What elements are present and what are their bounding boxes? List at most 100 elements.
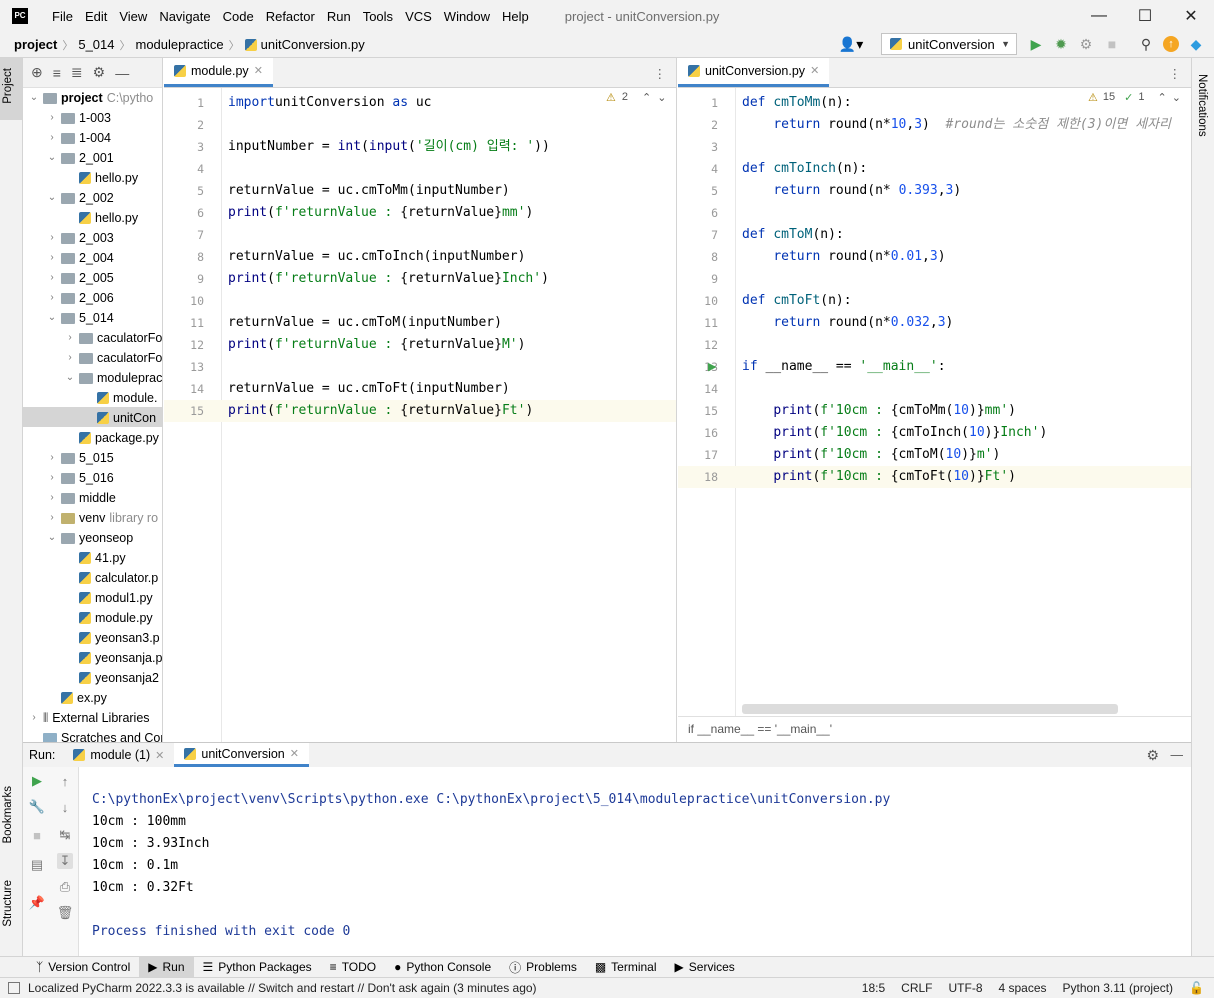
soft-wrap-icon[interactable]: ↹ [57,827,73,843]
tool-tab-todo[interactable]: ≡ TODO [321,957,385,978]
menu-navigate[interactable]: Navigate [153,9,216,24]
menu-file[interactable]: File [46,9,79,24]
code-line[interactable]: def cmToMm(n): [742,92,852,114]
user-icon[interactable]: 👤▾ [838,36,864,52]
tree-folder[interactable]: ⌄ 2_002 [47,188,114,208]
close-tab-icon[interactable]: ✕ [155,749,164,762]
tool-tab-run[interactable]: ▶ Run [139,956,194,978]
code-line[interactable]: print(f'10cm : {cmToMm(10)}mm') [742,400,1016,422]
more-icon[interactable]: ⋮ [654,66,667,81]
file-encoding[interactable]: UTF-8 [949,981,983,995]
scroll-to-end-icon[interactable]: ↧ [57,853,73,869]
tool-tab-problems[interactable]: ⓘ Problems [500,957,586,978]
menu-view[interactable]: View [113,9,153,24]
tool-tab-terminal[interactable]: ▩ Terminal [586,957,666,978]
code-line[interactable]: importunitConversion as uc [228,92,432,114]
code-line[interactable]: print(f'10cm : {cmToM(10)}m') [742,444,1000,466]
tree-item[interactable]: module. [83,388,157,408]
breadcrumb-subfolder[interactable]: modulepractice [136,37,224,52]
tree-folder[interactable]: ⌄ 2_001 [47,148,114,168]
close-icon[interactable]: ✕ [1168,0,1214,32]
close-tab-icon[interactable]: ✕ [290,747,299,760]
chevron-right-icon[interactable]: › [47,448,57,468]
tree-item[interactable]: yeonsanja2 [65,668,159,688]
expand-all-icon[interactable]: ≣ [71,64,83,81]
menu-run[interactable]: Run [321,9,357,24]
tree-folder[interactable]: › 2_005 [47,268,113,288]
run-icon[interactable]: ▶ [1028,36,1044,52]
editor-unitconversion[interactable]: unitConversion.py ✕ ⋮ ⚠ 15 ✓ 1 ⌃ ⌄ 1 def … [678,58,1191,742]
chevron-right-icon[interactable]: › [47,468,57,488]
code-line[interactable]: returnValue = uc.cmToFt(inputNumber) [228,378,510,400]
tree-item[interactable]: › ⫴ External Libraries [29,708,149,728]
pin-icon[interactable]: 📌 [29,895,45,911]
tree-folder[interactable]: › 5_015 [47,448,113,468]
trash-icon[interactable]: 🗑 [57,905,74,921]
tree-root[interactable]: ⌄ project C:\pytho [29,88,153,108]
more-icon[interactable]: ⋮ [1169,66,1182,81]
tab-unitconversion-py[interactable]: unitConversion.py ✕ [678,58,830,87]
tool-tab-project[interactable]: Project [2,68,14,104]
layout-icon[interactable]: ▤ [29,857,45,873]
hide-panel-icon[interactable]: — [1171,748,1184,762]
code-line[interactable]: returnValue = uc.cmToInch(inputNumber) [228,246,525,268]
tree-item[interactable]: calculator.p [65,568,158,588]
debug-icon[interactable]: ✹ [1053,36,1069,52]
chevron-right-icon[interactable]: › [47,128,57,148]
breadcrumb-file[interactable]: unitConversion.py [261,37,365,52]
rerun-icon[interactable]: ▶ [29,773,45,789]
code-line[interactable]: returnValue = uc.cmToMm(inputNumber) [228,180,510,202]
code-line[interactable]: inputNumber = int(input('길이(cm) 입력: ')) [228,136,550,158]
chevron-down-icon[interactable]: ⌄ [1172,91,1181,104]
code-breadcrumb[interactable]: if __name__ == '__main__' [678,716,1191,742]
line-separator[interactable]: CRLF [901,981,932,995]
tree-item[interactable]: module.py [65,608,153,628]
tree-folder[interactable]: › middle [47,488,116,508]
maximize-icon[interactable]: ☐ [1122,0,1168,32]
caret-position[interactable]: 18:5 [862,981,885,995]
wrench-icon[interactable]: 🔧 [29,799,45,815]
tree-item[interactable]: › venv library ro [47,508,158,528]
menu-refactor[interactable]: Refactor [260,9,321,24]
tree-folder[interactable]: › caculatorFo [65,328,162,348]
tree-folder[interactable]: ⌄ modulepract [65,368,162,388]
tree-item[interactable]: unitCon [83,408,156,428]
tool-tab-notifications[interactable]: Notifications [1196,74,1208,137]
up-arrow-icon[interactable]: ↑ [57,773,73,789]
code-line[interactable]: print(f'10cm : {cmToFt(10)}Ft') [742,466,1016,488]
chevron-right-icon[interactable]: › [47,288,57,308]
chevron-right-icon[interactable]: › [65,328,75,348]
run-gutter-icon[interactable]: ▶ [708,356,716,378]
run-configuration-select[interactable]: unitConversion ▼ [881,33,1017,55]
code-line[interactable]: return round(n*10,3) #round는 소숫점 제한(3)이면… [742,114,1171,136]
code-line[interactable]: print(f'returnValue : {returnValue}Inch'… [228,268,549,290]
menu-code[interactable]: Code [217,9,260,24]
tool-tab-bookmarks[interactable]: Bookmarks [2,786,14,844]
tree-folder[interactable]: › 2_003 [47,228,113,248]
inspection-widget[interactable]: ⚠ 2 ⌃ ⌄ [606,91,666,104]
chevron-right-icon[interactable]: › [47,228,57,248]
tree-item[interactable]: 41.py [65,548,126,568]
code-line[interactable]: return round(n* 0.393,3) [742,180,961,202]
code-line[interactable]: if __name__ == '__main__': [742,356,946,378]
chevron-down-icon[interactable]: ⌄ [47,148,57,168]
hide-panel-icon[interactable]: — [115,65,129,81]
menu-tools[interactable]: Tools [357,9,399,24]
close-tab-icon[interactable]: ✕ [254,64,263,77]
code-line[interactable]: returnValue = uc.cmToM(inputNumber) [228,312,502,334]
tree-folder[interactable]: › 1-004 [47,128,111,148]
console-output[interactable]: C:\pythonEx\project\venv\Scripts\python.… [92,767,1191,956]
search-icon[interactable]: ⚲ [1138,36,1154,52]
chevron-right-icon[interactable]: › [65,348,75,368]
coverage-icon[interactable]: ⚙ [1078,36,1094,52]
run-tab-unitconversion[interactable]: unitConversion ✕ [174,743,309,767]
print-icon[interactable]: ⎙ [57,879,73,895]
indent-setting[interactable]: 4 spaces [999,981,1047,995]
tool-tab-services[interactable]: ▶ Services [666,957,744,978]
code-line[interactable]: print(f'10cm : {cmToInch(10)}Inch') [742,422,1047,444]
tree-item[interactable]: Scratches and Con [29,728,162,742]
chevron-right-icon[interactable]: › [47,248,57,268]
tool-tab-python-packages[interactable]: ☰ Python Packages [194,957,321,978]
run-tab-module[interactable]: module (1) ✕ [63,743,174,767]
tool-tab-version-control[interactable]: ᛉ Version Control [27,957,139,978]
